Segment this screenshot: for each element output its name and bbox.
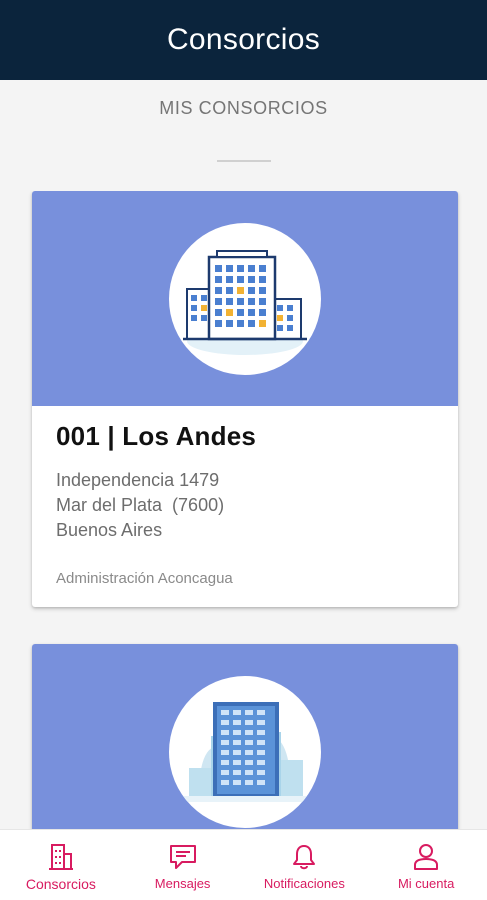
- nav-label: Notificaciones: [263, 876, 345, 891]
- nav-item-notificaciones[interactable]: Notificaciones: [244, 830, 366, 900]
- nav-item-mensajes[interactable]: Mensajes: [122, 830, 244, 900]
- card-banner: [32, 191, 458, 406]
- address-street: Independencia 1479: [56, 470, 220, 490]
- consorcio-admin: Administración Aconcagua: [56, 570, 233, 587]
- buildings-icon: [169, 223, 321, 375]
- building-icon: [48, 844, 73, 870]
- bottom-nav: Consorcios Mensajes Notificaciones Mi cu…: [0, 829, 487, 900]
- nav-item-consorcios[interactable]: Consorcios: [0, 830, 122, 900]
- tower-building-icon: [169, 676, 321, 828]
- user-icon: [414, 844, 439, 870]
- bell-icon: [293, 845, 316, 870]
- address-province: Buenos Aires: [56, 520, 163, 540]
- consorcio-card[interactable]: [32, 644, 458, 829]
- nav-label: Mi cuenta: [397, 876, 455, 891]
- consorcios-list[interactable]: 001 | Los Andes Independencia 1479 Mar d…: [0, 191, 487, 829]
- app-header: Consorcios: [0, 0, 487, 80]
- consorcio-address: Independencia 1479 Mar del Plata (7600) …: [56, 468, 434, 543]
- nav-label: Consorcios: [25, 876, 96, 892]
- nav-item-mi-cuenta[interactable]: Mi cuenta: [365, 830, 487, 900]
- section-title: MIS CONSORCIOS: [159, 98, 328, 118]
- consorcio-title: 001 | Los Andes: [56, 421, 257, 451]
- consorcio-card[interactable]: 001 | Los Andes Independencia 1479 Mar d…: [32, 191, 458, 607]
- card-banner: [32, 644, 458, 829]
- address-city: Mar del Plata (7600): [56, 495, 225, 515]
- section-divider: [217, 160, 271, 162]
- page-title: Consorcios: [166, 23, 321, 56]
- nav-label: Mensajes: [154, 876, 211, 891]
- message-icon: [169, 845, 196, 869]
